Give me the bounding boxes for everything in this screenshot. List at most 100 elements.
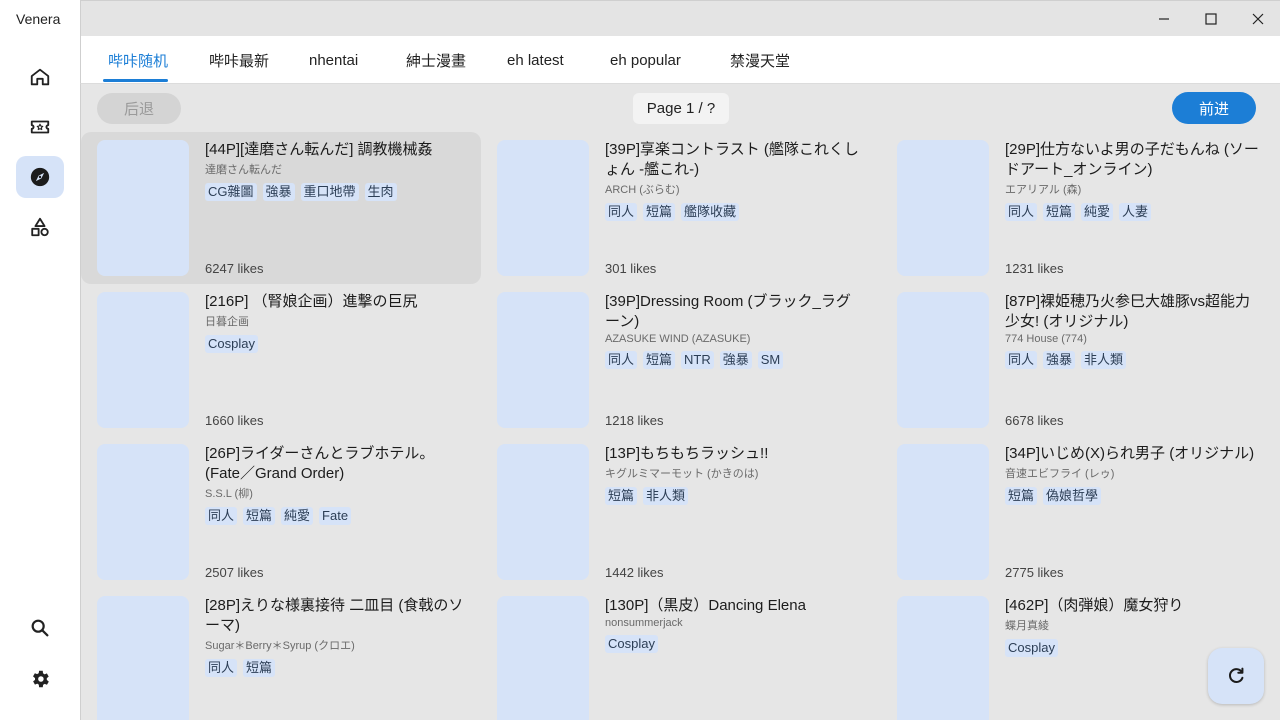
tag-chip[interactable]: Cosplay <box>1005 639 1058 657</box>
card-info: [216P] （腎娘企画）進撃の巨尻 日暮企画 Cosplay 1660 likes <box>205 292 465 428</box>
tag-chip[interactable]: 同人 <box>1005 203 1038 221</box>
tag-chip[interactable]: 純愛 <box>281 507 314 525</box>
tag-chip[interactable]: 短篇 <box>1005 487 1038 505</box>
cover-thumbnail <box>897 292 989 428</box>
minimize-button[interactable] <box>1141 1 1187 37</box>
comic-title: [462P]（肉弾娘）魔女狩り <box>1005 597 1184 614</box>
gear-icon <box>33 670 49 688</box>
tag-chip[interactable]: 強暴 <box>719 351 752 369</box>
tab-eh-popular[interactable]: eh popular <box>610 36 681 84</box>
comic-author: 蝶月真綾 <box>1005 620 1049 632</box>
minimize-icon <box>1159 18 1169 20</box>
refresh-icon <box>1229 667 1244 683</box>
page-indicator[interactable]: Page 1 / ? <box>633 93 729 124</box>
refresh-button[interactable] <box>1208 648 1264 704</box>
nav-home-button[interactable] <box>16 56 64 98</box>
likes-count: 2507 likes <box>205 565 264 580</box>
tab-nhentai[interactable]: nhentai <box>309 36 358 84</box>
tag-chip[interactable]: Fate <box>319 507 352 525</box>
tag-chip[interactable]: 強暴 <box>262 183 295 201</box>
tag-list: 短篇 非人類 <box>605 487 865 505</box>
tag-chip[interactable]: NTR <box>681 351 714 369</box>
comic-title: [34P]いじめ(X)られ男子 (オリジナル) <box>1005 445 1255 462</box>
tag-chip[interactable]: 短篇 <box>643 203 676 221</box>
tag-chip[interactable]: 強暴 <box>1043 351 1076 369</box>
tag-chip[interactable]: 短篇 <box>243 507 276 525</box>
card-info: [26P]ライダーさんとラブホテル。(Fate／Grand Order) S.S.… <box>205 444 465 580</box>
comic-card[interactable]: [44P][達磨さん転んだ] 調教機械姦 達磨さん転んだ CG雜圖 強暴 重口地帶 生肉 6… <box>81 132 481 284</box>
tag-chip[interactable]: Cosplay <box>205 335 258 353</box>
tag-chip[interactable]: 同人 <box>1005 351 1038 369</box>
comic-title: [28P]えりな様裏接待 二皿目 (食戟のソーマ) <box>205 597 464 634</box>
tag-chip[interactable]: 同人 <box>605 203 638 221</box>
likes-count: 301 likes <box>605 261 657 276</box>
comic-card[interactable]: [28P]えりな様裏接待 二皿目 (食戟のソーマ) Sugar＊Berry＊Syr… <box>81 588 481 720</box>
comic-card[interactable]: [216P] （腎娘企画）進撃の巨尻 日暮企画 Cosplay 1660 likes <box>81 284 481 436</box>
close-button[interactable] <box>1235 1 1280 37</box>
tag-chip[interactable]: 短篇 <box>1043 203 1076 221</box>
next-button[interactable]: 前进 <box>1172 92 1256 124</box>
tag-chip[interactable]: 同人 <box>205 659 238 677</box>
nav-categories-button[interactable] <box>16 206 64 248</box>
tab-wnacg[interactable]: 紳士漫畫 <box>406 36 466 84</box>
card-info: [34P]いじめ(X)られ男子 (オリジナル) 音速エビフライ (レゥ) 短篇 偽娘哲… <box>1005 444 1265 580</box>
explore-icon <box>30 167 50 187</box>
comic-card[interactable]: [26P]ライダーさんとラブホテル。(Fate／Grand Order) S.S.… <box>81 436 481 588</box>
card-info: [13P]もちもちラッシュ!! キグルミマーモット (かきのは) 短篇 非人類 1442… <box>605 444 865 580</box>
tag-chip[interactable]: 純愛 <box>1081 203 1114 221</box>
tag-chip[interactable]: 生肉 <box>364 183 397 201</box>
comic-author: 774 House (774) <box>1005 333 1087 345</box>
likes-count: 1218 likes <box>605 413 664 428</box>
comic-card[interactable]: [13P]もちもちラッシュ!! キグルミマーモット (かきのは) 短篇 非人類 1442… <box>481 436 881 588</box>
likes-count: 6247 likes <box>205 261 264 276</box>
comic-author: nonsummerjack <box>605 617 683 629</box>
tag-chip[interactable]: 同人 <box>605 351 638 369</box>
active-tab-indicator <box>103 79 168 82</box>
tag-chip[interactable]: 短篇 <box>643 351 676 369</box>
nav-search-button[interactable] <box>16 607 64 649</box>
nav-subscriptions-button[interactable] <box>16 106 64 148</box>
tag-list: 同人 短篇 NTR 強暴 SM <box>605 351 865 369</box>
card-info: [39P]Dressing Room (ブラック_ラグーン) AZASUKE WI… <box>605 292 865 428</box>
comic-card[interactable]: [34P]いじめ(X)られ男子 (オリジナル) 音速エビフライ (レゥ) 短篇 偽娘哲… <box>881 436 1280 588</box>
close-icon <box>1252 13 1264 25</box>
maximize-button[interactable] <box>1188 1 1234 37</box>
comic-author: エアリアル (森) <box>1005 184 1082 196</box>
tab-picacg-latest[interactable]: 哔咔最新 <box>209 36 269 84</box>
tag-chip[interactable]: SM <box>757 351 784 369</box>
window-titlebar <box>80 0 1280 36</box>
tag-chip[interactable]: 短篇 <box>605 487 638 505</box>
cover-thumbnail <box>97 292 189 428</box>
tag-chip[interactable]: 同人 <box>205 507 238 525</box>
comic-card[interactable]: [39P]Dressing Room (ブラック_ラグーン) AZASUKE WI… <box>481 284 881 436</box>
comic-card[interactable]: [87P]裸姫穂乃火参巳大雄豚vs超能力少女! (オリジナル) 774 House… <box>881 284 1280 436</box>
comic-author: Sugar＊Berry＊Syrup (クロエ) <box>205 640 355 652</box>
comic-title: [130P]（黒皮）Dancing Elena <box>605 597 806 614</box>
tag-chip[interactable]: 人妻 <box>1119 203 1152 221</box>
tag-chip[interactable]: Cosplay <box>605 635 658 653</box>
tag-chip[interactable]: 短篇 <box>243 659 276 677</box>
nav-explore-button[interactable] <box>16 156 64 198</box>
maximize-icon <box>1205 13 1217 25</box>
tag-chip[interactable]: CG雜圖 <box>205 183 257 201</box>
comic-title: [216P] （腎娘企画）進撃の巨尻 <box>205 293 418 310</box>
tag-chip[interactable]: 重口地帶 <box>300 183 359 201</box>
comic-card[interactable]: [130P]（黒皮）Dancing Elena nonsummerjack Cosp… <box>481 588 881 720</box>
tag-chip[interactable]: 非人類 <box>643 487 689 505</box>
back-button[interactable]: 后退 <box>97 93 181 124</box>
tab-eh-latest[interactable]: eh latest <box>507 36 564 84</box>
cover-thumbnail <box>97 140 189 276</box>
cover-thumbnail <box>97 596 189 720</box>
cover-thumbnail <box>897 140 989 276</box>
nav-settings-button[interactable] <box>16 658 64 700</box>
tag-chip[interactable]: 偽娘哲學 <box>1043 487 1102 505</box>
tag-chip[interactable]: 非人類 <box>1081 351 1127 369</box>
comic-card[interactable]: [39P]享楽コントラスト (艦隊これくしょん -艦これ-) ARCH (ぶらむ)… <box>481 132 881 284</box>
comic-author: AZASUKE WIND (AZASUKE) <box>605 333 751 345</box>
comic-card[interactable]: [29P]仕方ないよ男の子だもんね (ソードアート_オンライン) エアリアル (森… <box>881 132 1280 284</box>
card-info: [28P]えりな様裏接待 二皿目 (食戟のソーマ) Sugar＊Berry＊Syr… <box>205 596 465 720</box>
tab-picacg-random[interactable]: 哔咔随机 <box>108 36 168 84</box>
tag-chip[interactable]: 艦隊收藏 <box>681 203 740 221</box>
card-info: [44P][達磨さん転んだ] 調教機械姦 達磨さん転んだ CG雜圖 強暴 重口地帶 生肉 6… <box>205 140 465 276</box>
tab-jm[interactable]: 禁漫天堂 <box>730 36 790 84</box>
